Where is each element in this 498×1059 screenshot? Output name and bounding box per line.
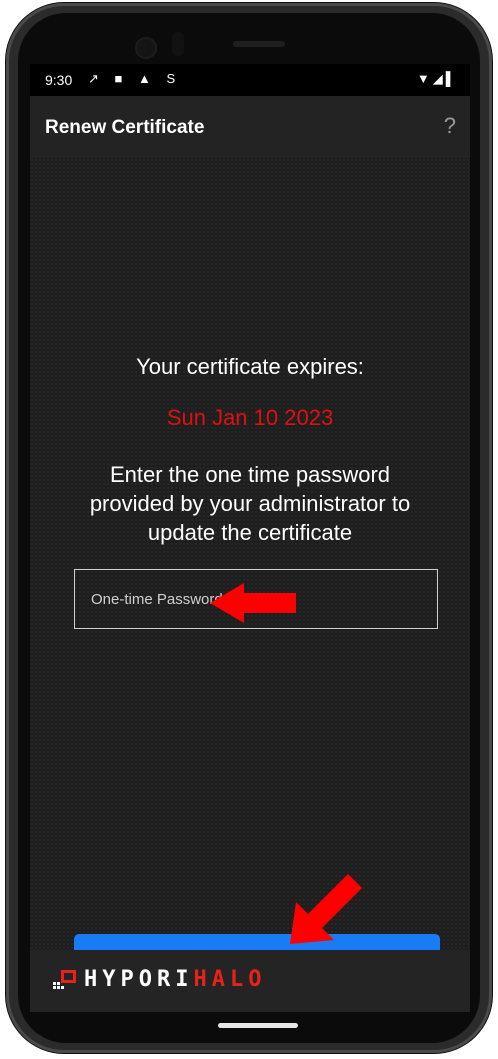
status-time: 9:30 — [45, 72, 73, 88]
expires-label: Your certificate expires: — [136, 354, 364, 379]
screen: 9:30 ↗ ■ ▲ S ▼◢▌ Renew Certificate ? You… — [30, 64, 470, 1012]
front-camera — [135, 37, 157, 59]
hypori-logo-icon — [53, 970, 76, 989]
signal-battery-icons: ▼◢▌ — [416, 71, 458, 86]
page-title: Renew Certificate — [45, 117, 205, 138]
arrow-down-left-icon — [290, 874, 362, 944]
app-bar: Renew Certificate ? — [30, 96, 470, 158]
expires-date: Sun Jan 10 2023 — [166, 405, 334, 430]
instructions-text: Enter the one time password provided by … — [89, 462, 411, 545]
arrow-left-icon — [210, 583, 296, 623]
notification-icons: ↗ ■ ▲ S — [88, 71, 182, 86]
brand-word-halo: HALO — [193, 967, 267, 992]
earpiece-speaker — [233, 41, 285, 47]
brand-footer: HYPORIHALO — [30, 950, 470, 1012]
main-content: Your certificate expires: Sun Jan 10 202… — [30, 158, 470, 986]
home-gesture-bar[interactable] — [218, 1023, 298, 1028]
brand-wordmark: HYPORIHALO — [84, 967, 266, 992]
brand-word-hypori: HYPORI — [84, 967, 194, 992]
help-icon[interactable]: ? — [444, 113, 456, 139]
proximity-sensor — [172, 32, 184, 56]
status-bar: 9:30 ↗ ■ ▲ S ▼◢▌ — [30, 64, 470, 96]
